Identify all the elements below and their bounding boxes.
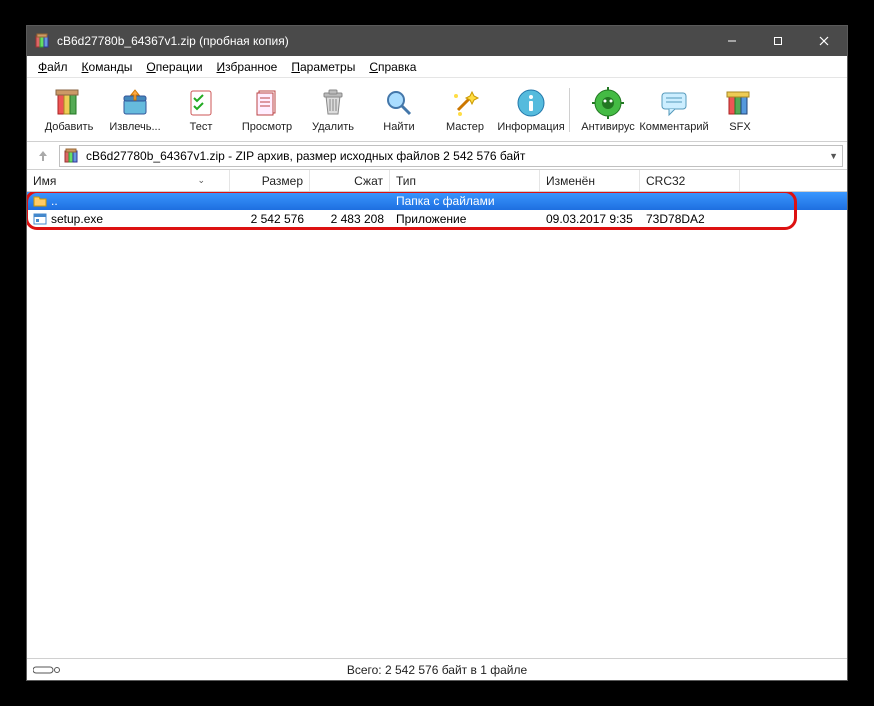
- file-row[interactable]: setup.exe 2 542 576 2 483 208 Приложение…: [27, 210, 847, 228]
- address-text: cB6d27780b_64367v1.zip - ZIP архив, разм…: [86, 149, 525, 163]
- col-type[interactable]: Тип: [390, 170, 540, 191]
- info-button[interactable]: Информация: [499, 81, 563, 139]
- sfx-icon: [723, 86, 757, 120]
- parent-folder-row[interactable]: .. Папка с файлами: [27, 192, 847, 210]
- menu-bar: Файл Команды Операции Избранное Параметр…: [27, 56, 847, 78]
- app-window: cB6d27780b_64367v1.zip (пробная копия) Ф…: [26, 25, 848, 681]
- wizard-icon: [448, 86, 482, 120]
- view-icon: [250, 86, 284, 120]
- col-size[interactable]: Размер: [230, 170, 310, 191]
- address-bar[interactable]: cB6d27780b_64367v1.zip - ZIP архив, разм…: [59, 145, 843, 167]
- folder-icon: [33, 194, 47, 208]
- minimize-button[interactable]: [709, 26, 755, 56]
- test-button[interactable]: Тест: [169, 81, 233, 139]
- sort-indicator-icon: ⌄: [197, 175, 223, 186]
- menu-operations[interactable]: Операции: [139, 58, 209, 76]
- menu-file[interactable]: Файл: [31, 58, 75, 76]
- maximize-button[interactable]: [755, 26, 801, 56]
- wizard-button[interactable]: Мастер: [433, 81, 497, 139]
- col-modified[interactable]: Изменён: [540, 170, 640, 191]
- menu-commands[interactable]: Команды: [75, 58, 140, 76]
- app-icon: [35, 33, 51, 49]
- test-icon: [184, 86, 218, 120]
- dropdown-icon[interactable]: ▼: [829, 151, 838, 161]
- title-bar[interactable]: cB6d27780b_64367v1.zip (пробная копия): [27, 26, 847, 56]
- status-left: [27, 665, 187, 675]
- extract-button[interactable]: Извлечь...: [103, 81, 167, 139]
- delete-button[interactable]: Удалить: [301, 81, 365, 139]
- file-list[interactable]: .. Папка с файлами setup.exe 2 542 576 2…: [27, 192, 847, 658]
- exe-icon: [33, 212, 47, 226]
- find-button[interactable]: Найти: [367, 81, 431, 139]
- toolbar: Добавить Извлечь... Тест Просмотр Удалит…: [27, 78, 847, 142]
- comment-icon: [657, 86, 691, 120]
- col-crc[interactable]: CRC32: [640, 170, 740, 191]
- window-title: cB6d27780b_64367v1.zip (пробная копия): [57, 34, 709, 48]
- col-packed[interactable]: Сжат: [310, 170, 390, 191]
- add-button[interactable]: Добавить: [37, 81, 101, 139]
- status-bar: Всего: 2 542 576 байт в 1 файле: [27, 658, 847, 680]
- toolbar-separator: [569, 88, 570, 132]
- nav-up-button[interactable]: [31, 145, 55, 167]
- archive-icon: [64, 148, 80, 164]
- menu-help[interactable]: Справка: [362, 58, 423, 76]
- extract-icon: [118, 86, 152, 120]
- books-icon: [52, 86, 86, 120]
- menu-parameters[interactable]: Параметры: [284, 58, 362, 76]
- close-button[interactable]: [801, 26, 847, 56]
- sfx-button[interactable]: SFX: [708, 81, 772, 139]
- status-icon: [33, 665, 61, 675]
- nav-bar: cB6d27780b_64367v1.zip - ZIP архив, разм…: [27, 142, 847, 170]
- col-name[interactable]: Имя⌄: [27, 170, 230, 191]
- search-icon: [382, 86, 416, 120]
- antivirus-icon: [591, 86, 625, 120]
- info-icon: [514, 86, 548, 120]
- trash-icon: [316, 86, 350, 120]
- antivirus-button[interactable]: Антивирус: [576, 81, 640, 139]
- menu-favorites[interactable]: Избранное: [210, 58, 285, 76]
- view-button[interactable]: Просмотр: [235, 81, 299, 139]
- status-summary: Всего: 2 542 576 байт в 1 файле: [187, 663, 687, 677]
- comment-button[interactable]: Комментарий: [642, 81, 706, 139]
- column-headers: Имя⌄ Размер Сжат Тип Изменён CRC32: [27, 170, 847, 192]
